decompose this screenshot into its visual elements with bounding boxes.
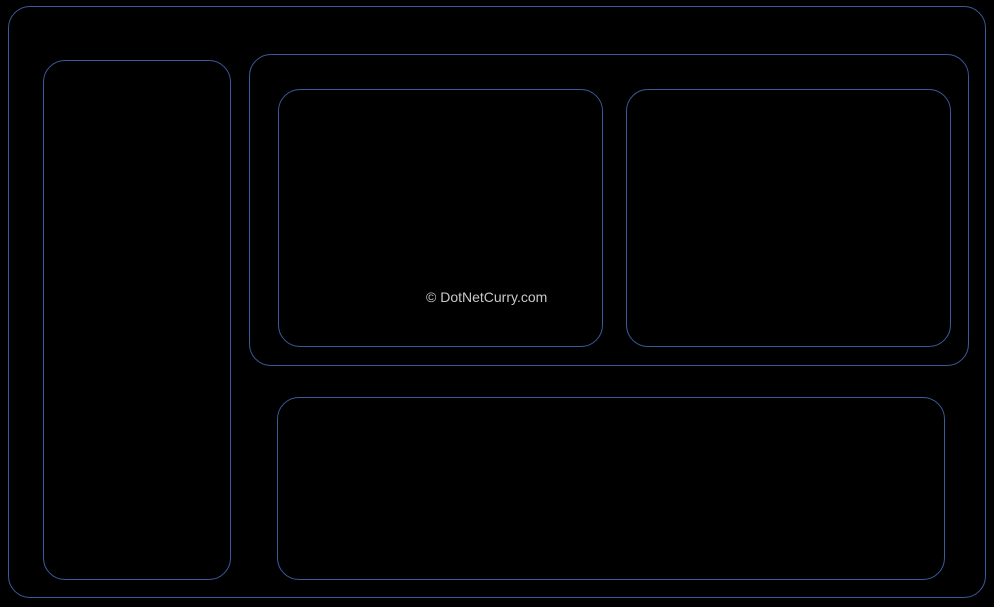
bottom-panel (277, 397, 945, 580)
top-right-container (249, 54, 969, 366)
sidebar-panel (43, 60, 231, 580)
watermark-label: © DotNetCurry.com (426, 289, 547, 305)
inner-panel-right (626, 89, 951, 347)
inner-panel-left (278, 89, 603, 347)
